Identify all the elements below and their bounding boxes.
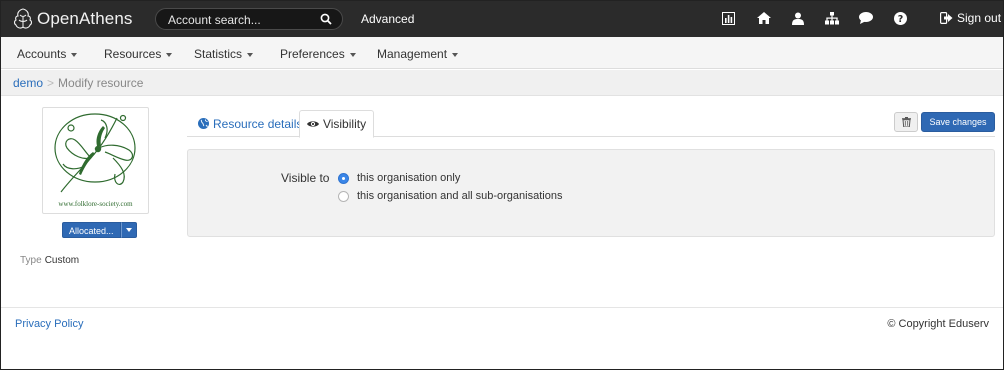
sign-out-label: Sign out — [957, 11, 1002, 25]
account-search-input[interactable] — [168, 12, 318, 27]
svg-text:?: ? — [897, 14, 903, 25]
comment-icon[interactable] — [858, 10, 874, 26]
logo-caption: www.folklore-society.com — [58, 200, 133, 208]
allocation-dropdown-toggle[interactable] — [120, 222, 137, 238]
caret-down-icon — [71, 52, 78, 57]
resource-logo: www.folklore-society.com — [42, 107, 149, 214]
brand-logo[interactable]: OpenAthens — [13, 8, 133, 30]
sign-out-button[interactable]: Sign out — [940, 11, 1001, 25]
menu-management[interactable]: Management — [377, 47, 459, 61]
search-icon[interactable] — [320, 13, 332, 25]
allocation-button[interactable]: Allocated... — [62, 222, 121, 238]
caret-down-icon — [452, 52, 459, 57]
menu-accounts-label: Accounts — [17, 47, 67, 61]
tab-visibility-label: Visibility — [322, 117, 367, 131]
footer: Privacy Policy © Copyright Eduserv — [1, 307, 1003, 369]
tab-resource-details[interactable]: Resource details — [188, 110, 312, 137]
allocation-split-button: Allocated... — [62, 222, 137, 238]
page: OpenAthens Advanced ? — [0, 0, 1004, 370]
folklore-society-logo-image — [54, 113, 136, 193]
menu-statistics-label: Statistics — [194, 47, 243, 61]
statistics-icon[interactable] — [720, 10, 736, 26]
privacy-policy-link[interactable]: Privacy Policy — [15, 318, 83, 330]
radio-option-org-only[interactable]: this organisation only — [338, 171, 460, 185]
sign-out-icon — [940, 12, 953, 24]
menu-statistics[interactable]: Statistics — [194, 47, 254, 61]
account-search — [155, 8, 343, 30]
resource-type-value: Custom — [44, 255, 80, 266]
copyright-text: © Copyright Eduserv — [887, 318, 989, 330]
top-navbar: OpenAthens Advanced ? — [1, 1, 1003, 37]
menu-resources[interactable]: Resources — [104, 47, 173, 61]
breadcrumb: demo > Modify resource — [13, 76, 143, 90]
menu-management-label: Management — [377, 47, 448, 61]
caret-down-icon — [349, 52, 356, 57]
radio-unselected-icon[interactable] — [338, 190, 349, 202]
menu-resources-label: Resources — [104, 47, 162, 61]
eye-icon — [306, 121, 319, 127]
resource-type: Type Custom — [20, 255, 79, 266]
resource-type-label: Type — [20, 255, 42, 266]
user-icon[interactable] — [790, 10, 806, 26]
help-icon[interactable]: ? — [892, 10, 908, 26]
trash-icon — [901, 117, 911, 127]
brand-name: OpenAthens — [37, 9, 133, 28]
radio-option-org-and-sub-orgs-label: this organisation and all sub-organisati… — [357, 190, 563, 202]
globe-icon — [198, 118, 209, 129]
menu-accounts[interactable]: Accounts — [17, 47, 78, 61]
breadcrumb-home-link[interactable]: demo — [13, 76, 43, 90]
breadcrumb-bar: demo > Modify resource — [1, 70, 1003, 96]
breadcrumb-separator: > — [47, 76, 55, 90]
main-menu: Accounts Resources Statistics Preference… — [1, 37, 1003, 69]
caret-down-icon — [125, 228, 132, 232]
openathens-icon — [13, 8, 33, 29]
menu-preferences[interactable]: Preferences — [280, 47, 356, 61]
advanced-search-link[interactable]: Advanced — [361, 12, 414, 26]
sitemap-icon[interactable] — [824, 10, 840, 26]
radio-option-org-only-label: this organisation only — [357, 172, 461, 184]
radio-selected-icon[interactable] — [338, 172, 349, 184]
delete-button[interactable] — [894, 112, 918, 132]
breadcrumb-current: Modify resource — [58, 76, 144, 90]
resource-tabs: Resource details Visibility — [187, 110, 995, 138]
visibility-panel: Visible to this organisation only this o… — [187, 149, 995, 237]
home-icon[interactable] — [756, 10, 772, 26]
radio-option-org-and-sub-orgs[interactable]: this organisation and all sub-organisati… — [338, 189, 562, 203]
save-changes-button[interactable]: Save changes — [921, 112, 995, 132]
tab-resource-details-label: Resource details — [213, 116, 303, 131]
menu-preferences-label: Preferences — [280, 47, 345, 61]
caret-down-icon — [166, 52, 173, 57]
visible-to-label: Visible to — [281, 171, 330, 185]
tab-visibility[interactable]: Visibility — [299, 110, 374, 138]
caret-down-icon — [247, 52, 254, 57]
